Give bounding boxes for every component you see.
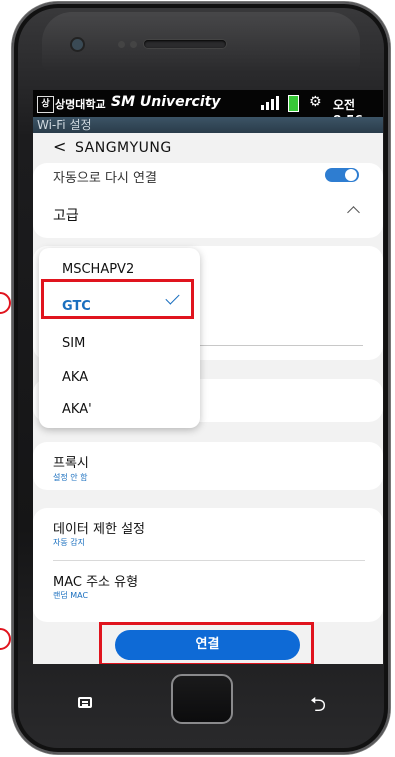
university-name: SM Univercity <box>111 94 221 110</box>
network-header: < SANGMYUNG <box>33 133 383 163</box>
proxy-card[interactable]: 프록시 설정 안 함 <box>33 442 383 490</box>
sensor-icon <box>130 41 137 48</box>
front-camera-icon <box>72 39 83 50</box>
eap-method-dropdown: MSCHAPV2 GTC SIM AKA AKA' <box>39 248 200 428</box>
earpiece-speaker <box>144 40 226 48</box>
dropdown-option[interactable]: AKA <box>62 370 88 385</box>
back-button-icon[interactable]: ⮌ <box>310 690 326 724</box>
dropdown-option[interactable]: SIM <box>62 336 85 351</box>
dropdown-option[interactable]: AKA' <box>62 402 92 417</box>
proxy-label: 프록시 <box>53 456 89 471</box>
usb-icon: ⚙ <box>309 94 322 110</box>
toggle-knob <box>345 169 357 181</box>
data-mac-card: 데이터 제한 설정 자동 감지 MAC 주소 유형 랜덤 MAC <box>33 508 383 622</box>
step-marker-circle <box>0 628 11 650</box>
school-logo-icon: 상 <box>37 96 54 113</box>
auto-reconnect-label: 자동으로 다시 연결 <box>53 171 157 186</box>
signal-icon <box>261 96 279 110</box>
highlight-box-gtc <box>41 279 194 319</box>
phone-screen: 상 상명대학교 SM Univercity ⚙ 오전 8:56 Wi-Fi 설정… <box>33 90 383 664</box>
auto-reconnect-toggle[interactable] <box>325 168 359 182</box>
divider <box>53 560 365 561</box>
battery-icon <box>288 95 299 112</box>
home-button[interactable] <box>171 674 233 724</box>
app-strip-title: Wi-Fi 설정 <box>33 117 383 133</box>
mac-type-value: 랜덤 MAC <box>53 591 89 600</box>
mac-type-label[interactable]: MAC 주소 유형 <box>53 571 138 590</box>
menu-button-icon[interactable] <box>78 697 92 708</box>
status-bar: 상 상명대학교 SM Univercity ⚙ 오전 8:56 <box>33 90 383 127</box>
school-name: 상명대학교 <box>55 98 106 111</box>
sensor-icon <box>118 41 125 48</box>
network-name: SANGMYUNG <box>75 140 172 156</box>
step-marker-circle <box>0 292 11 314</box>
advanced-label[interactable]: 고급 <box>53 205 79 225</box>
back-arrow-icon[interactable]: < <box>53 137 66 156</box>
input-underline <box>183 345 363 346</box>
dropdown-option[interactable]: MSCHAPV2 <box>62 262 134 277</box>
proxy-value: 설정 안 함 <box>53 473 88 482</box>
data-limit-value: 자동 감지 <box>53 538 85 547</box>
data-limit-label[interactable]: 데이터 제한 설정 <box>53 518 145 537</box>
highlight-box-connect <box>99 622 314 664</box>
